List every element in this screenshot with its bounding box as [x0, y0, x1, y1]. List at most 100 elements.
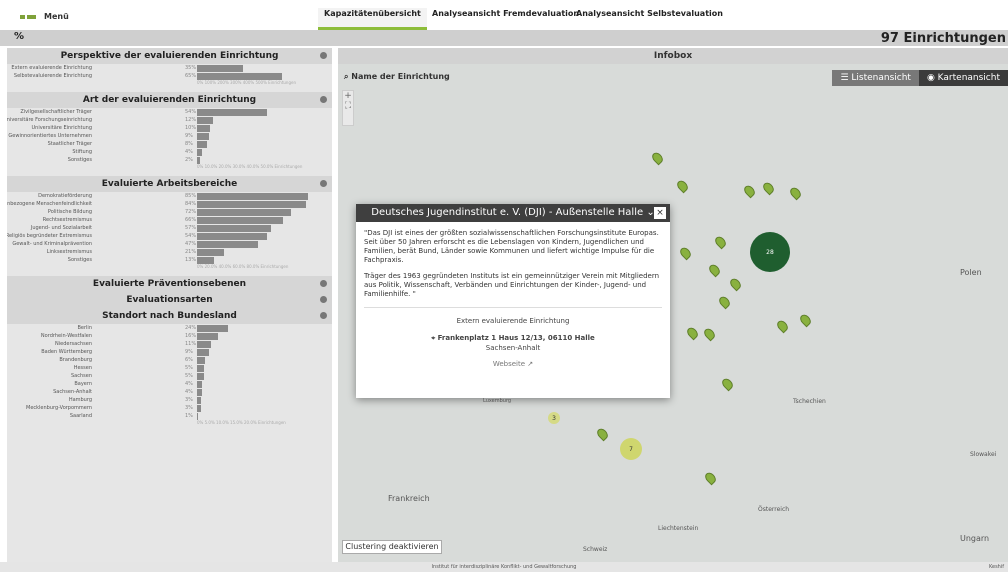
filter-row[interactable]: Linksextremismus 21%	[7, 248, 332, 256]
infobox-title: Infobox	[338, 48, 1008, 64]
row-bar	[197, 193, 308, 200]
map-marker[interactable]	[788, 185, 803, 201]
row-label: Politische Bildung	[47, 209, 92, 215]
panel-title[interactable]: Evaluierte Präventionsebenen	[7, 276, 332, 292]
filter-row[interactable]: Demokratieförderung 85%	[7, 192, 332, 200]
filter-row[interactable]: Politische Bildung 72%	[7, 208, 332, 216]
info-icon[interactable]	[320, 180, 327, 187]
filter-row[interactable]: Stiftung 4%	[7, 148, 332, 156]
filter-row[interactable]: Sachsen 5%	[7, 372, 332, 380]
map-marker[interactable]	[675, 178, 690, 194]
filter-row[interactable]: Mecklenburg-Vorpommern 3%	[7, 404, 332, 412]
row-label: Sonstiges	[67, 157, 92, 163]
map-marker[interactable]	[717, 294, 732, 310]
map-marker[interactable]	[775, 318, 790, 334]
clustering-button[interactable]: Clustering deaktivieren	[342, 540, 442, 554]
filter-row[interactable]: Bayern 4%	[7, 380, 332, 388]
fullscreen-icon[interactable]: ⛶	[343, 101, 353, 111]
panel-title[interactable]: Evaluierte Arbeitsbereiche	[7, 176, 332, 192]
zoom-in-icon[interactable]: +	[343, 91, 353, 101]
map-marker[interactable]	[720, 376, 735, 392]
zoom-control[interactable]: + ⛶	[342, 90, 354, 126]
row-bar	[197, 133, 209, 140]
filter-row[interactable]: Zivilgesellschaftlicher Träger 54%	[7, 108, 332, 116]
info-icon[interactable]	[320, 52, 327, 59]
filter-row[interactable]: Sonstiges 13%	[7, 256, 332, 264]
row-bar	[197, 405, 201, 412]
row-bar	[197, 381, 203, 388]
filter-row[interactable]: Saarland 1%	[7, 412, 332, 420]
row-label: Bayern	[74, 381, 92, 387]
panel-title[interactable]: Evaluationsarten	[7, 292, 332, 308]
filter-row[interactable]: Nordrhein-Westfalen 16%	[7, 332, 332, 340]
map-marker[interactable]	[685, 325, 700, 341]
filter-row[interactable]: Berlin 24%	[7, 324, 332, 332]
row-label: Religiös begründeter Extremismus	[7, 233, 92, 239]
map-marker[interactable]	[742, 183, 757, 199]
filter-row[interactable]: Brandenburg 6%	[7, 356, 332, 364]
filter-row[interactable]: Hessen 5%	[7, 364, 332, 372]
info-icon[interactable]	[320, 96, 327, 103]
filter-row[interactable]: Universitäre Einrichtung 10%	[7, 124, 332, 132]
axis-label: 0% 10.0% 20.0% 30.0% 40.0% 50.0% Einrich…	[197, 164, 303, 169]
map-marker[interactable]	[707, 262, 722, 278]
info-icon[interactable]	[320, 312, 327, 319]
row-label: Linksextremismus	[46, 249, 92, 255]
filter-row[interactable]: Sonstiges 2%	[7, 156, 332, 164]
tab-kapazitaeten[interactable]: Kapazitätenübersicht	[318, 8, 427, 30]
map-marker[interactable]	[713, 234, 728, 250]
map-marker[interactable]	[798, 312, 813, 328]
filter-row[interactable]: Niedersachsen 11%	[7, 340, 332, 348]
tab-fremdevaluation[interactable]: Analyseansicht Fremdevaluation	[426, 8, 585, 30]
map-marker[interactable]	[761, 180, 776, 196]
map-marker[interactable]	[702, 326, 717, 342]
list-view-button[interactable]: ☰ Listenansicht	[832, 70, 919, 86]
percent-toggle[interactable]: %	[14, 31, 24, 42]
map-marker[interactable]	[650, 150, 665, 166]
filter-row[interactable]: Jugend- und Sozialarbeit 57%	[7, 224, 332, 232]
filter-row[interactable]: Außeruniversitäre Forschungseinrichtung1…	[7, 116, 332, 124]
panel-title[interactable]: Standort nach Bundesland	[7, 308, 332, 324]
panel-title-text: Evaluierte Arbeitsbereiche	[101, 179, 238, 189]
filter-row[interactable]: Gewinnorientiertes Unternehmen 9%	[7, 132, 332, 140]
map-marker[interactable]	[703, 470, 718, 486]
row-label: Sachsen-Anhalt	[53, 389, 92, 395]
website-link[interactable]: Webseite ↗	[356, 359, 670, 369]
filter-row[interactable]: Staatlicher Träger 8%	[7, 140, 332, 148]
filter-row[interactable]: Gewalt- und Kriminalprävention 47%	[7, 240, 332, 248]
filter-row[interactable]: Sachsen-Anhalt 4%	[7, 388, 332, 396]
row-bar	[197, 141, 208, 148]
filter-row[interactable]: Rechtsextremismus 66%	[7, 216, 332, 224]
cluster-7[interactable]: 7	[620, 438, 642, 460]
filter-row[interactable]: Extern evaluierende Einrichtung 35%	[7, 64, 332, 72]
map-marker[interactable]	[728, 276, 743, 292]
row-bar	[197, 357, 205, 364]
map-view-button[interactable]: ◉ Kartenansicht	[918, 70, 1008, 86]
filter-row[interactable]: Gruppenbezogene Menschenfeindlichkeit84%	[7, 200, 332, 208]
popup-description-2: Träger des 1963 gegründeten Instituts is…	[364, 272, 660, 298]
tab-selbstevaluation[interactable]: Analyseansicht Selbstevaluation	[570, 8, 729, 30]
chevron-down-icon[interactable]: ⌄	[643, 207, 654, 218]
panel-title[interactable]: Art der evaluierenden Einrichtung	[7, 92, 332, 108]
map-marker[interactable]	[678, 245, 693, 261]
menu-button[interactable]: Menü	[20, 12, 69, 21]
filter-row[interactable]: Religiös begründeter Extremismus 54%	[7, 232, 332, 240]
map-marker[interactable]	[595, 426, 610, 442]
info-icon[interactable]	[320, 280, 327, 287]
map-search[interactable]: ⌕ Name der Einrichtung	[344, 72, 450, 82]
divider	[364, 307, 662, 308]
close-icon[interactable]: ×	[654, 207, 666, 219]
cluster-28[interactable]: 28	[750, 232, 790, 272]
info-icon[interactable]	[320, 296, 327, 303]
row-label: Saarland	[69, 413, 92, 419]
filter-row[interactable]: Selbstevaluierende Einrichtung 65%	[7, 72, 332, 80]
panel-title[interactable]: Perspektive der evaluierenden Einrichtun…	[7, 48, 332, 64]
row-bar	[197, 365, 204, 372]
panel-title-text: Evaluierte Präventionsebenen	[92, 279, 247, 289]
keshif-label: Keshif	[988, 564, 1004, 570]
filter-row[interactable]: Hamburg 3%	[7, 396, 332, 404]
filter-row[interactable]: Baden Württemberg 9%	[7, 348, 332, 356]
cluster-3[interactable]: 3	[548, 412, 560, 424]
panel-title-text: Evaluationsarten	[126, 295, 213, 305]
row-label: Sachsen	[70, 373, 92, 379]
